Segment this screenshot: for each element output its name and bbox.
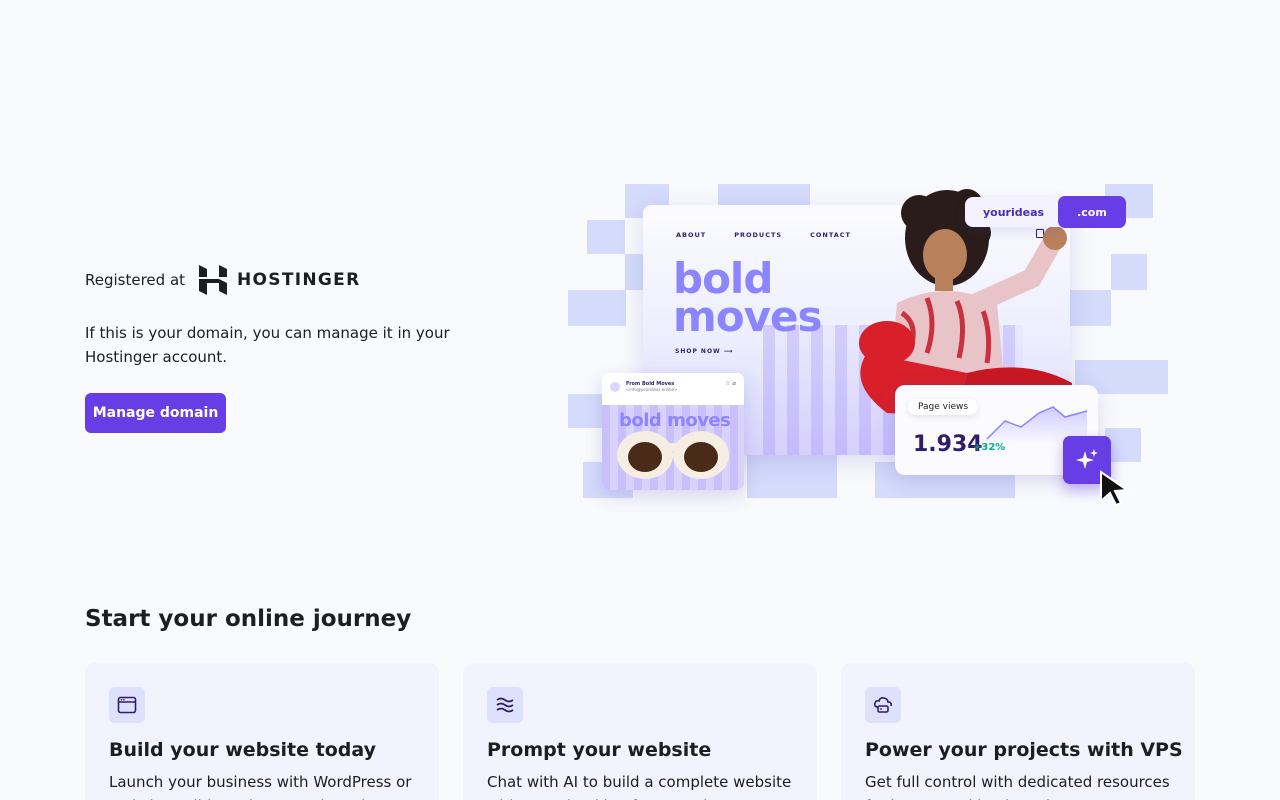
card-title: Prompt your website xyxy=(487,739,712,761)
ai-waves-icon xyxy=(487,687,523,723)
email-banner: bold moves xyxy=(602,405,744,490)
mock-shop-now-label: SHOP NOW xyxy=(675,348,721,355)
mock-headline: bold moves xyxy=(673,258,822,341)
mail-icon xyxy=(610,381,620,392)
card-vps[interactable]: Power your projects with VPS Get full co… xyxy=(841,663,1195,800)
sparkle-icon xyxy=(1076,449,1098,469)
card-text: Launch your business with WordPress or W… xyxy=(109,773,412,800)
domain-tld: .com xyxy=(1058,196,1126,228)
card-text: Get full control with dedicated resource… xyxy=(865,773,1170,800)
card-text: Chat with AI to build a complete website… xyxy=(487,773,792,800)
deco-square xyxy=(587,220,625,254)
mock-nav-about: ABOUT xyxy=(676,231,707,239)
deco-square xyxy=(718,184,810,206)
card-title: Power your projects with VPS xyxy=(865,739,1183,761)
domain-description: If this is your domain, you can manage i… xyxy=(85,324,450,366)
email-preview-card: From Bold Moves <info@yourideas.online> … xyxy=(602,373,744,490)
hostinger-logo: HOSTINGER xyxy=(199,265,360,295)
cloud-server-icon xyxy=(865,687,901,723)
cursor-arrow-icon xyxy=(1100,470,1130,506)
deco-square xyxy=(568,290,626,326)
registered-at-label: Registered at xyxy=(85,271,186,289)
page-views-change: +32% xyxy=(973,442,1006,453)
card-prompt-website[interactable]: Prompt your website Chat with AI to buil… xyxy=(463,663,817,800)
registrar-row: Registered at HOSTINGER xyxy=(85,265,360,295)
manage-domain-button[interactable]: Manage domain xyxy=(85,393,226,433)
mock-headline-line2: moves xyxy=(673,292,822,341)
mock-nav-products: PRODUCTS xyxy=(734,231,783,239)
page-views-label: Page views xyxy=(908,399,979,415)
deco-square xyxy=(1111,254,1147,290)
mock-shop-now: SHOP NOW ⟶ xyxy=(675,348,734,355)
domain-name: yourideas xyxy=(965,197,1063,227)
sunglasses-image xyxy=(617,431,729,479)
card-build-website[interactable]: Build your website today Launch your bus… xyxy=(85,663,439,800)
mock-nav: ABOUT PRODUCTS CONTACT xyxy=(676,231,851,239)
email-header: From Bold Moves <info@yourideas.online> xyxy=(610,381,677,392)
card-title: Build your website today xyxy=(109,739,377,761)
hostinger-logo-icon xyxy=(199,265,228,295)
hero-illustration: ABOUT PRODUCTS CONTACT bold moves SHOP N… xyxy=(565,180,1175,525)
hostinger-wordmark: HOSTINGER xyxy=(237,270,361,290)
domain-search-pill: yourideas .com xyxy=(965,196,1126,228)
deco-square xyxy=(625,254,645,290)
browser-window-icon xyxy=(109,687,145,723)
star-icon: ☆ ⌀ xyxy=(725,380,736,387)
deco-square xyxy=(568,394,604,428)
section-title: Start your online journey xyxy=(85,606,412,632)
email-address: <info@yourideas.online> xyxy=(626,387,678,392)
